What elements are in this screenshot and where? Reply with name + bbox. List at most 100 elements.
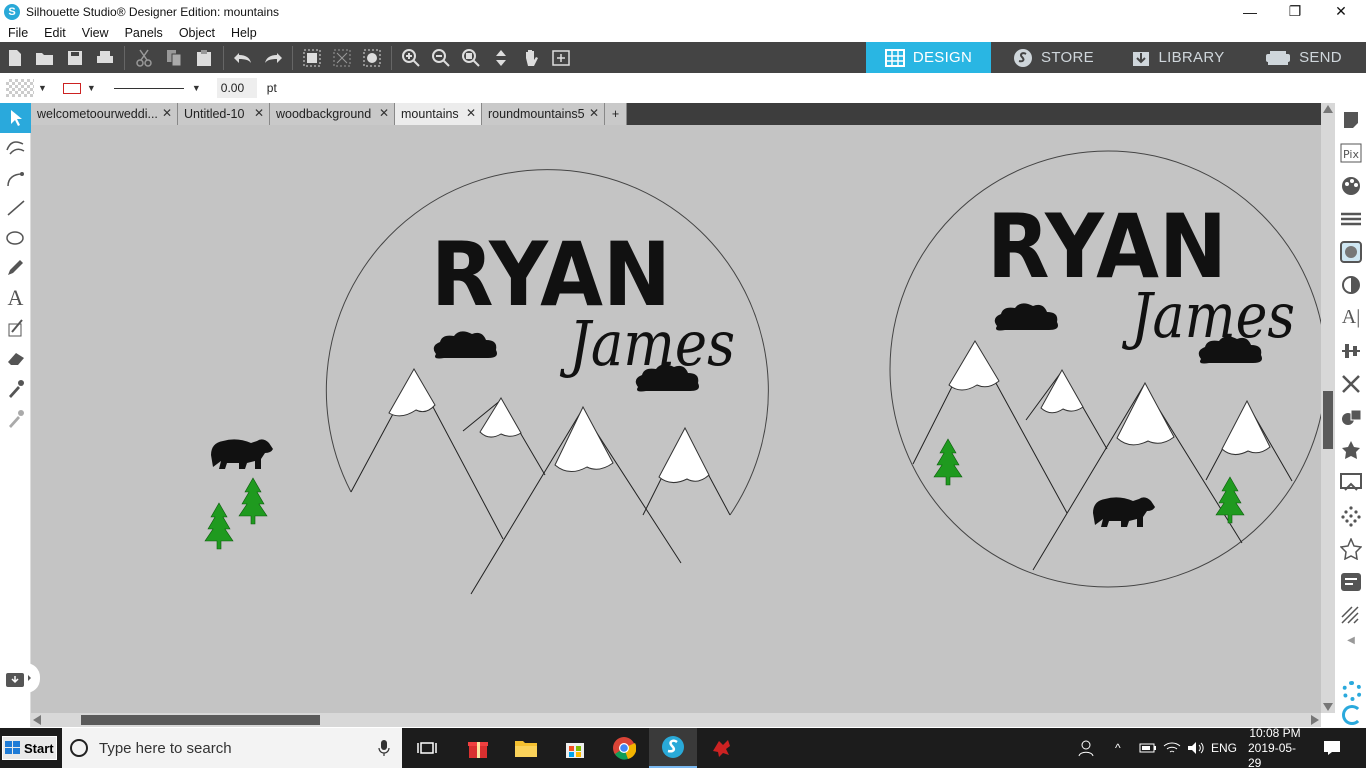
cut-icon[interactable] [129, 43, 159, 73]
taskbar-search[interactable]: Type here to search [62, 728, 402, 768]
zoom-select-icon[interactable] [456, 43, 486, 73]
align-icon[interactable] [1336, 334, 1366, 367]
transform-icon[interactable] [1336, 367, 1366, 400]
maximize-button[interactable]: ❐ [1272, 0, 1318, 23]
close-button[interactable]: ✕ [1318, 0, 1364, 23]
language-indicator[interactable]: ENG [1211, 728, 1237, 768]
ellipse-tool-icon[interactable] [0, 223, 31, 253]
file-explorer-icon[interactable] [502, 728, 550, 768]
menu-panels[interactable]: Panels [117, 26, 171, 40]
library-drawer-icon[interactable] [2, 663, 40, 693]
doc-tab-roundmountains5[interactable]: roundmountains5 ✕ [482, 103, 605, 125]
scroll-left-icon[interactable] [33, 715, 41, 725]
contrast-icon[interactable] [1336, 268, 1366, 301]
fill-pattern-icon[interactable] [1336, 235, 1366, 268]
new-file-icon[interactable] [0, 43, 30, 73]
sketch-star-icon[interactable] [1336, 532, 1366, 565]
palette-icon[interactable] [1336, 169, 1366, 202]
star-shape-icon[interactable] [1336, 433, 1366, 466]
eyedropper-tool-icon[interactable] [0, 373, 31, 403]
scroll-right-icon[interactable] [1311, 715, 1319, 725]
print-icon[interactable] [90, 43, 120, 73]
modify-icon[interactable] [1336, 400, 1366, 433]
save-icon[interactable] [60, 43, 90, 73]
ungroup-icon[interactable] [327, 43, 357, 73]
minimize-button[interactable]: — [1227, 0, 1273, 23]
microphone-icon[interactable] [378, 739, 390, 757]
line-tool-icon[interactable] [0, 193, 31, 223]
eraser-tool-icon[interactable] [0, 343, 31, 373]
fill-pattern-swatch[interactable] [6, 79, 34, 97]
eyedropper-alt-icon[interactable] [0, 403, 31, 433]
paste-icon[interactable] [189, 43, 219, 73]
clock[interactable]: 10:08 PM 2019-05-29 [1248, 726, 1302, 770]
fit-page-icon[interactable] [486, 43, 516, 73]
bezier-tool-icon[interactable] [0, 163, 31, 193]
chevron-down-icon[interactable]: ▼ [192, 83, 201, 93]
notification-icon[interactable] [1323, 728, 1341, 768]
trace-icon[interactable] [1336, 466, 1366, 499]
menu-help[interactable]: Help [223, 26, 265, 40]
tab-design[interactable]: DESIGN [866, 42, 991, 73]
line-style-icon[interactable] [1336, 202, 1366, 235]
vertical-scrollbar[interactable] [1321, 103, 1335, 713]
tab-send[interactable]: SEND [1241, 42, 1366, 73]
zoom-in-icon[interactable] [396, 43, 426, 73]
zoom-out-icon[interactable] [426, 43, 456, 73]
offset-icon[interactable] [1336, 565, 1366, 598]
chevron-down-icon[interactable]: ▼ [87, 83, 96, 93]
tab-store[interactable]: STORE [991, 42, 1116, 73]
scroll-down-icon[interactable] [1323, 703, 1333, 711]
silhouette-studio-taskbar-icon[interactable] [649, 728, 697, 768]
sync-icon[interactable] [1342, 705, 1362, 725]
gift-app-icon[interactable] [454, 728, 502, 768]
chevron-down-icon[interactable]: ▼ [38, 83, 47, 93]
line-width-input[interactable]: 0.00 [216, 78, 257, 98]
pan-hand-icon[interactable] [516, 43, 546, 73]
open-folder-icon[interactable] [30, 43, 60, 73]
horizontal-scrollbar[interactable] [31, 713, 1321, 727]
left-design-group[interactable]: RYAN James [204, 169, 769, 595]
pixscan-icon[interactable]: Pix [1336, 136, 1366, 169]
redo-icon[interactable] [258, 43, 288, 73]
task-view-icon[interactable] [403, 728, 451, 768]
battery-icon[interactable] [1139, 728, 1157, 768]
collapse-panel-icon[interactable]: ◀ [1336, 631, 1366, 649]
text-style-icon[interactable]: A| [1336, 301, 1366, 334]
start-button[interactable]: Start [2, 736, 57, 760]
knife-tool-icon[interactable] [0, 313, 31, 343]
copy-icon[interactable] [159, 43, 189, 73]
line-style-selector[interactable] [113, 87, 184, 89]
close-icon[interactable]: ✕ [466, 106, 476, 120]
wifi-icon[interactable] [1163, 728, 1181, 768]
doc-tab-welcome[interactable]: welcometoourweddi... ✕ [31, 103, 178, 125]
menu-object[interactable]: Object [171, 26, 223, 40]
point-edit-icon[interactable] [0, 133, 31, 163]
menu-edit[interactable]: Edit [36, 26, 74, 40]
chrome-icon[interactable] [600, 728, 648, 768]
doc-tab-mountains[interactable]: mountains ✕ [395, 103, 482, 125]
close-icon[interactable]: ✕ [162, 106, 172, 120]
fit-window-icon[interactable] [546, 43, 576, 73]
scroll-up-icon[interactable] [1323, 105, 1333, 113]
close-icon[interactable]: ✕ [379, 106, 389, 120]
text-tool-icon[interactable]: A [0, 283, 31, 313]
select-tool-icon[interactable] [0, 103, 31, 133]
line-color-swatch[interactable] [62, 82, 81, 94]
group-icon[interactable] [297, 43, 327, 73]
pencil-tool-icon[interactable] [0, 253, 31, 283]
people-icon[interactable] [1078, 728, 1096, 768]
game-app-icon[interactable] [698, 728, 746, 768]
menu-view[interactable]: View [74, 26, 117, 40]
add-tab-button[interactable]: + [605, 103, 627, 125]
hatch-icon[interactable] [1336, 598, 1366, 631]
menu-file[interactable]: File [0, 26, 36, 40]
doc-tab-woodbackground[interactable]: woodbackground ✕ [270, 103, 395, 125]
vertical-scroll-thumb[interactable] [1323, 391, 1333, 449]
design-canvas[interactable]: welcometoourweddi... ✕ Untitled-10 ✕ woodb… [31, 103, 1321, 713]
rhinestone-icon[interactable] [1336, 499, 1366, 532]
doc-tab-untitled[interactable]: Untitled-10 ✕ [178, 103, 270, 125]
horizontal-scroll-thumb[interactable] [81, 715, 320, 725]
volume-icon[interactable] [1187, 728, 1205, 768]
close-icon[interactable]: ✕ [254, 106, 264, 120]
